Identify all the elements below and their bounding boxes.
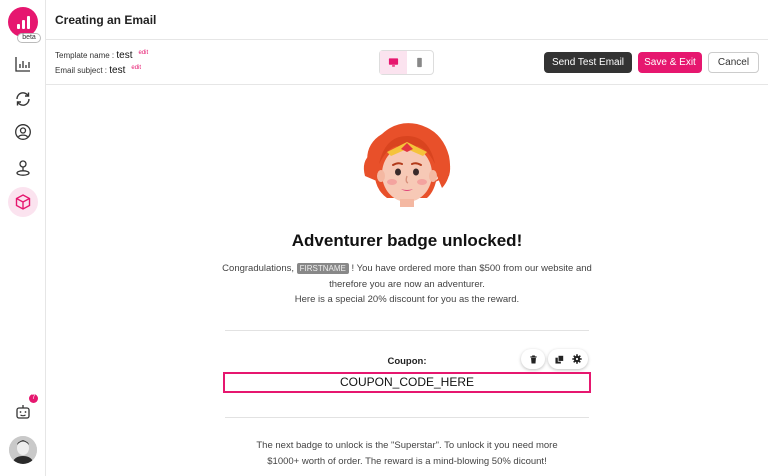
desktop-preview-button[interactable]	[380, 51, 407, 74]
logo-bar	[17, 24, 20, 29]
email-subject-value: test	[109, 65, 126, 76]
cube-icon	[15, 194, 31, 210]
logo-bar	[27, 16, 30, 29]
avatar[interactable]	[9, 436, 37, 464]
email-body-text: Congradulations, FIRSTNAME ! You have or…	[216, 261, 598, 308]
edit-email-subject-link[interactable]: edit	[131, 65, 141, 71]
logo-bar	[22, 20, 25, 29]
beta-badge: beta	[17, 33, 41, 43]
footer-line-2: $1000+ worth of order. The reward is a m…	[267, 455, 547, 467]
sidebar-item-audience[interactable]	[8, 117, 38, 147]
sidebar: beta 7	[0, 0, 46, 476]
person-pin-icon	[16, 160, 30, 176]
template-name-row: Template name : test edit	[55, 50, 148, 61]
email-subject-label: Email subject :	[55, 66, 110, 75]
sidebar-item-sync[interactable]	[8, 84, 38, 114]
email-canvas: Adventurer badge unlocked! Congradulatio…	[46, 86, 768, 476]
divider	[225, 330, 589, 331]
page-header: Creating an Email	[46, 0, 768, 40]
user-circle-icon	[15, 124, 31, 140]
discount-line: Here is a special 20% discount for you a…	[294, 294, 520, 305]
desktop-icon	[388, 58, 398, 67]
duplicate-icon[interactable]	[554, 354, 564, 364]
editor-toolbar: Template name : test edit Email subject :…	[46, 40, 768, 85]
mobile-icon	[417, 57, 423, 68]
firstname-merge-tag: FIRSTNAME	[296, 263, 349, 274]
bar-chart-icon	[15, 57, 30, 72]
email-subject-row: Email subject : test edit	[55, 65, 141, 76]
email-heading: Adventurer badge unlocked!	[291, 231, 523, 250]
email-footer-text: The next badge to unlock is the "Superst…	[216, 438, 598, 469]
template-name-value: test	[116, 50, 133, 61]
notification-badge: 7	[29, 394, 38, 403]
coupon-code-block[interactable]: COUPON_CODE_HERE	[223, 372, 591, 393]
block-actions-pill	[548, 349, 588, 369]
sidebar-item-badges[interactable]	[8, 153, 38, 183]
gear-icon[interactable]	[571, 354, 582, 364]
robot-icon	[16, 405, 30, 419]
footer-line-1: The next badge to unlock is the "Superst…	[256, 440, 558, 451]
template-name-label: Template name :	[55, 51, 117, 60]
cancel-button[interactable]: Cancel	[708, 52, 759, 73]
greeting-suffix: ! You have ordered more than $500 from o…	[329, 263, 592, 290]
edit-template-name-link[interactable]: edit	[139, 50, 149, 56]
trash-icon[interactable]	[529, 354, 538, 364]
mobile-preview-button[interactable]	[407, 51, 434, 74]
device-preview-toggle	[379, 50, 434, 75]
refresh-icon	[16, 92, 30, 106]
greeting-prefix: Congradulations,	[222, 263, 297, 274]
block-delete-pill	[521, 349, 545, 369]
coupon-label: Coupon:	[387, 356, 427, 367]
divider	[225, 417, 589, 418]
send-test-email-button[interactable]: Send Test Email	[544, 52, 632, 73]
sidebar-item-campaigns[interactable]	[8, 187, 38, 217]
save-exit-button[interactable]: Save & Exit	[638, 52, 702, 73]
adventurer-badge-illustration	[363, 123, 451, 207]
page-title: Creating an Email	[55, 13, 157, 27]
sidebar-item-analytics[interactable]	[8, 49, 38, 79]
user-photo-icon	[9, 436, 37, 464]
